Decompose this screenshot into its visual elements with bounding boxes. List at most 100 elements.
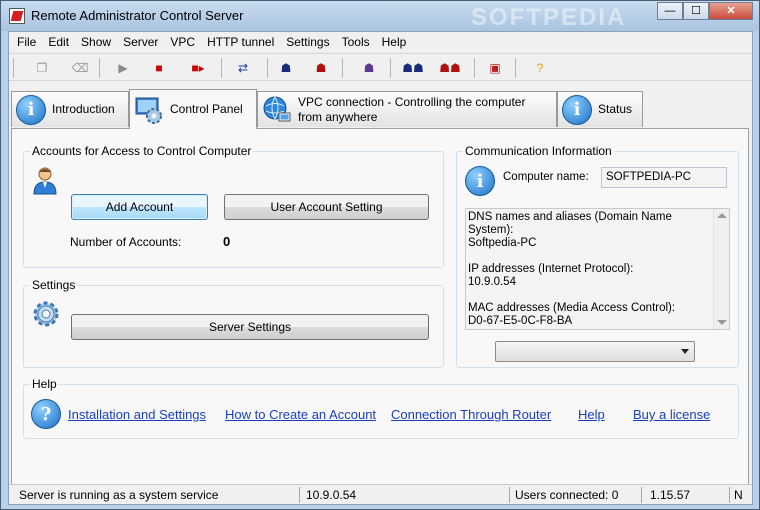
user-icon [33,167,57,195]
menu-http-tunnel[interactable]: HTTP tunnel [201,32,280,52]
link-connection-through-router[interactable]: Connection Through Router [391,407,551,422]
toolbar-separator [515,58,516,78]
eraser-button[interactable]: ⌫ [69,58,91,78]
tab-status[interactable]: i Status [557,91,643,127]
toolbar-separator [13,58,14,78]
maximize-button[interactable]: ☐ [683,2,709,20]
status-ip: 10.9.0.54 [306,488,357,502]
info-line [468,250,713,263]
info-line: IP addresses (Internet Protocol): [468,263,634,275]
info-line: Softpedia-PC [468,237,537,249]
group-label: Accounts for Access to Control Computer [30,144,254,158]
server-config-button[interactable]: ▣ [484,58,506,78]
stop-button[interactable]: ■ [148,58,170,78]
help-links: Installation and Settings How to Create … [24,407,740,425]
tab-introduction[interactable]: i Introduction [11,91,129,127]
menu-bar: File Edit Show Server VPC HTTP tunnel Se… [9,32,752,52]
link-how-to-create-account[interactable]: How to Create an Account [225,407,376,422]
user-connect-icon: ☗ [280,61,292,75]
menu-help[interactable]: Help [376,32,413,52]
play-icon: ▶ [118,61,128,75]
status-bar: Server is running as a system service 10… [9,484,752,504]
minimize-button[interactable]: — [657,2,683,20]
link-buy-license[interactable]: Buy a license [633,407,710,422]
help-group: Help ? Installation and Settings How to … [23,377,740,439]
help-button[interactable]: ? [529,58,551,78]
menu-vpc[interactable]: VPC [164,32,201,52]
info-icon: i [16,94,46,125]
menu-settings[interactable]: Settings [280,32,335,52]
menu-file[interactable]: File [11,32,42,52]
status-separator [641,487,642,503]
user-settings-button[interactable]: ☗ [358,58,380,78]
scroll-up-icon[interactable] [717,213,727,218]
accounts-count-value: 0 [223,234,231,249]
gear-monitor-icon [135,97,162,124]
server-settings-button[interactable]: Server Settings [71,314,429,340]
toolbar-separator [474,58,475,78]
users-connect-icon: ☗☗ [402,61,424,75]
control-panel-page: Accounts for Access to Control Computer … [11,128,749,485]
toolbar-separator [267,58,268,78]
scroll-down-icon[interactable] [717,320,727,325]
restart-button[interactable]: ■▸ [183,58,213,78]
users-connect-button[interactable]: ☗☗ [399,58,427,78]
info-line: 10.9.0.54 [468,276,516,288]
eraser-icon: ⌫ [71,61,89,75]
window-title: Remote Administrator Control Server [31,8,244,23]
tab-label: Status [598,102,633,116]
menu-tools[interactable]: Tools [336,32,376,52]
group-label: Settings [30,278,78,292]
menu-edit[interactable]: Edit [42,32,75,52]
tab-strip: i Introduction Control Panel VPC connect… [11,89,751,129]
group-label: Help [30,377,59,391]
start-button[interactable]: ▶ [112,58,134,78]
computer-name-field[interactable]: SOFTPEDIA-PC [601,167,727,188]
communication-group: Communication Information i Computer nam… [456,144,739,368]
user-disconnect-icon: ☗ [315,61,327,75]
server-config-icon: ▣ [489,61,501,75]
toolbar: ❐ ⌫ ▶ ■ ■▸ ⇄ ☗ ☗ ☗ ☗☗ ☗☗ ▣ ? [9,53,752,81]
status-separator [509,487,510,503]
menu-server[interactable]: Server [117,32,164,52]
status-separator [729,487,730,503]
settings-group: Settings Server Settings [23,278,444,368]
status-users: Users connected: 0 [515,488,619,502]
copy-button[interactable]: ❐ [31,58,53,78]
accounts-count-label: Number of Accounts: [70,235,182,249]
users-disconnect-icon: ☗☗ [439,61,461,75]
users-disconnect-button[interactable]: ☗☗ [436,58,464,78]
app-window: Remote Administrator Control Server SOFT… [0,0,760,510]
tab-label-line: VPC connection - Controlling the compute… [298,94,526,109]
link-help[interactable]: Help [578,407,605,422]
copy-icon: ❐ [36,61,48,75]
tab-vpc-connection[interactable]: VPC connection - Controlling the compute… [257,91,557,127]
status-extra: N [734,488,743,502]
status-service: Server is running as a system service [19,488,219,502]
user-account-setting-button[interactable]: User Account Setting [224,194,429,220]
globe-computer-icon [263,96,291,121]
status-version: 1.15.57 [650,488,691,502]
title-bar[interactable]: Remote Administrator Control Server SOFT… [1,1,759,31]
toolbar-separator [221,58,222,78]
link-installation-and-settings[interactable]: Installation and Settings [68,407,206,422]
info-line: D0-67-E5-0C-F8-BA [468,315,573,327]
menu-show[interactable]: Show [75,32,117,52]
stop-and-start-icon: ■▸ [191,61,205,75]
tab-label: Introduction [52,102,115,116]
add-account-button[interactable]: Add Account [71,194,208,220]
connections-button[interactable]: ⇄ [227,58,259,78]
user-connect-button[interactable]: ☗ [275,58,297,78]
network-info-list[interactable]: DNS names and aliases (Domain Name Syste… [465,208,730,330]
network-info-text: DNS names and aliases (Domain Name Syste… [468,211,713,328]
user-disconnect-button[interactable]: ☗ [310,58,332,78]
accounts-group: Accounts for Access to Control Computer … [23,144,444,268]
user-settings-icon: ☗ [363,61,375,75]
tab-control-panel[interactable]: Control Panel [129,89,257,129]
tab-label-line: from anywhere [298,109,378,124]
network-adapter-select[interactable] [495,341,695,362]
info-icon: i [562,94,592,125]
close-button[interactable]: ✕ [709,2,753,20]
app-icon[interactable] [9,8,25,24]
list-scrollbar[interactable] [713,209,729,329]
